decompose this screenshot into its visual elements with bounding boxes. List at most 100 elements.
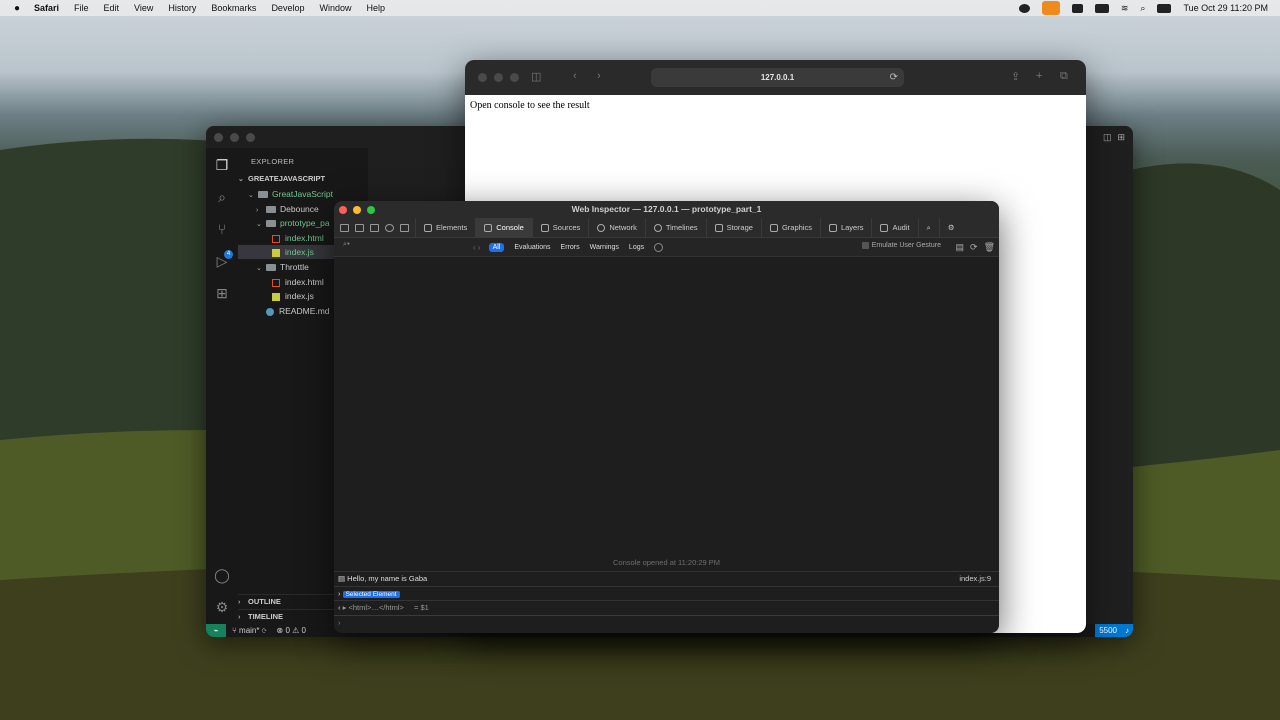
apple-icon[interactable]: ● <box>0 3 34 14</box>
address-bar[interactable]: 127.0.0.1 ⟳ <box>651 68 904 87</box>
run-debug-icon[interactable]: ▷ <box>213 252 231 270</box>
tab-overview-icon[interactable]: ⧉ <box>1060 70 1068 83</box>
menu-safari[interactable]: Safari <box>34 3 59 13</box>
tab-sources[interactable]: Sources <box>531 217 589 238</box>
trash-icon[interactable]: 🗑 <box>984 242 995 253</box>
menu-history[interactable]: History <box>168 3 196 13</box>
sidebar-toggle-icon[interactable]: ◫ <box>531 70 541 83</box>
console-output <box>334 257 999 571</box>
close-icon[interactable] <box>339 206 347 214</box>
live-server-port[interactable]: 5500 <box>1099 624 1117 637</box>
reload-icon[interactable]: ⟳ <box>890 68 898 87</box>
chevron-right-icon: › <box>238 614 241 621</box>
settings-tab[interactable]: ⚙ <box>938 217 963 238</box>
bell-icon[interactable]: ♪ <box>1125 624 1129 637</box>
tab-timelines[interactable]: Timelines <box>644 217 706 238</box>
selected-element-row[interactable]: › Selected Element <box>334 586 999 600</box>
search-icon: ⌕ <box>926 222 931 232</box>
prompt-icon: › <box>338 618 341 627</box>
dock-left-icon[interactable] <box>340 223 349 232</box>
menu-view[interactable]: View <box>134 3 153 13</box>
forward-icon[interactable]: › <box>597 70 601 82</box>
control-center-icon[interactable] <box>1157 3 1172 13</box>
emulate-user-gesture[interactable]: Emulate User Gesture <box>861 242 941 249</box>
network-icon <box>597 223 606 232</box>
html-file-icon <box>272 278 280 287</box>
tab-graphics[interactable]: Graphics <box>760 217 820 238</box>
layers-icon <box>828 223 837 232</box>
creative-cloud-icon[interactable] <box>1071 3 1083 13</box>
share-icon[interactable]: ⇪ <box>1011 70 1020 83</box>
problems-status[interactable]: ⊗ 0 ⚠ 0 <box>277 626 306 635</box>
filter-options-icon[interactable] <box>654 242 664 252</box>
activity-bar: ❐ ⌕ ⑂ 4 ▷ ⊞ ◯ ⚙ <box>206 148 238 624</box>
tab-audit[interactable]: Audit <box>871 217 917 238</box>
folder-icon <box>266 220 276 228</box>
dock-right-icon[interactable] <box>370 223 379 232</box>
menu-edit[interactable]: Edit <box>104 3 120 13</box>
menu-develop[interactable]: Develop <box>271 3 304 13</box>
page-body-text: Open console to see the result <box>470 100 590 111</box>
sources-icon <box>540 223 549 232</box>
inspect-target-icon[interactable] <box>385 223 394 232</box>
menubar-clock[interactable]: Tue Oct 29 11:20 PM <box>1183 3 1268 13</box>
vscode-window-controls[interactable] <box>214 133 255 142</box>
zoom-icon[interactable] <box>367 206 375 214</box>
wifi-icon[interactable]: ≋ <box>1121 3 1129 14</box>
layout-grid-icon[interactable]: ⊞ <box>1117 132 1125 143</box>
log-settings-icon[interactable]: ▤ <box>956 242 965 253</box>
tab-network[interactable]: Network <box>588 217 645 238</box>
tab-console[interactable]: Console <box>475 217 532 238</box>
branch-status[interactable]: ⑂ main* ⟳ <box>232 626 267 635</box>
filter-evaluations[interactable]: Evaluations <box>514 244 550 251</box>
search-tab[interactable]: ⌕ <box>917 217 939 238</box>
inspector-tab-bar: Elements Console Sources Network Timelin… <box>334 217 999 238</box>
menu-help[interactable]: Help <box>366 3 385 13</box>
back-icon[interactable]: ‹ <box>573 70 577 82</box>
dock-bottom-icon[interactable] <box>355 223 364 232</box>
filter-logs[interactable]: Logs <box>629 244 644 251</box>
layout-sidebar-icon[interactable]: ◫ <box>1103 132 1112 143</box>
log-icon: ▤ <box>338 574 348 583</box>
html-file-icon <box>272 234 280 243</box>
html-node-row[interactable]: ‹ ▸ <html>…</html> = $1 <box>334 600 999 614</box>
filter-errors[interactable]: Errors <box>561 244 580 251</box>
settings-gear-icon[interactable]: ⚙ <box>213 598 231 616</box>
files-icon[interactable]: ❐ <box>213 156 231 174</box>
console-filter-input[interactable]: ⌕▾ <box>340 241 473 253</box>
inspector-window-controls[interactable] <box>339 206 375 214</box>
inspector-title: Web Inspector — 127.0.0.1 — prototype_pa… <box>571 204 762 214</box>
tab-storage[interactable]: Storage <box>705 217 761 238</box>
console-prompt[interactable]: › <box>334 615 999 629</box>
account-icon[interactable]: ◯ <box>213 566 231 584</box>
remote-icon[interactable]: ⌁ <box>206 624 226 637</box>
tab-elements[interactable]: Elements <box>415 217 475 238</box>
filter-warnings[interactable]: Warnings <box>590 244 619 251</box>
tab-layers[interactable]: Layers <box>819 217 872 238</box>
filter-nav-arrows[interactable]: ‹ › <box>473 243 481 252</box>
source-control-icon[interactable]: ⑂ <box>213 220 231 238</box>
filter-all[interactable]: All <box>488 242 505 252</box>
menu-window[interactable]: Window <box>319 3 351 13</box>
reload-icon[interactable]: ⟳ <box>970 242 978 253</box>
safari-window-controls[interactable] <box>478 73 519 82</box>
tree-folder-greatjavascript[interactable]: ⌄ GreatJavaScript <box>238 187 368 201</box>
battery-icon[interactable] <box>1094 3 1109 13</box>
record-icon[interactable] <box>1018 3 1030 13</box>
chevron-right-icon: › <box>238 599 241 606</box>
checkbox-icon[interactable] <box>861 242 869 249</box>
device-icon[interactable] <box>400 223 409 232</box>
new-tab-icon[interactable]: + <box>1036 70 1042 82</box>
workspace-root[interactable]: ⌄ GREATEJAVASCRIPT <box>238 172 368 186</box>
search-icon[interactable]: ⌕ <box>213 188 231 206</box>
extensions-icon[interactable]: ⊞ <box>213 284 231 302</box>
console-log-row[interactable]: ▤ Hello, my name is Gaba index.js:9 <box>334 571 999 585</box>
microphone-icon[interactable] <box>1041 1 1060 15</box>
minimize-icon[interactable] <box>353 206 361 214</box>
search-icon[interactable]: ⌕ <box>1140 3 1145 14</box>
menu-bookmarks[interactable]: Bookmarks <box>211 3 256 13</box>
menu-file[interactable]: File <box>74 3 89 13</box>
log-source-link[interactable]: index.js:9 <box>959 572 991 586</box>
layout-icons[interactable]: ◫ ⊞ <box>1103 132 1125 143</box>
chevron-down-icon: ⌄ <box>238 176 244 183</box>
